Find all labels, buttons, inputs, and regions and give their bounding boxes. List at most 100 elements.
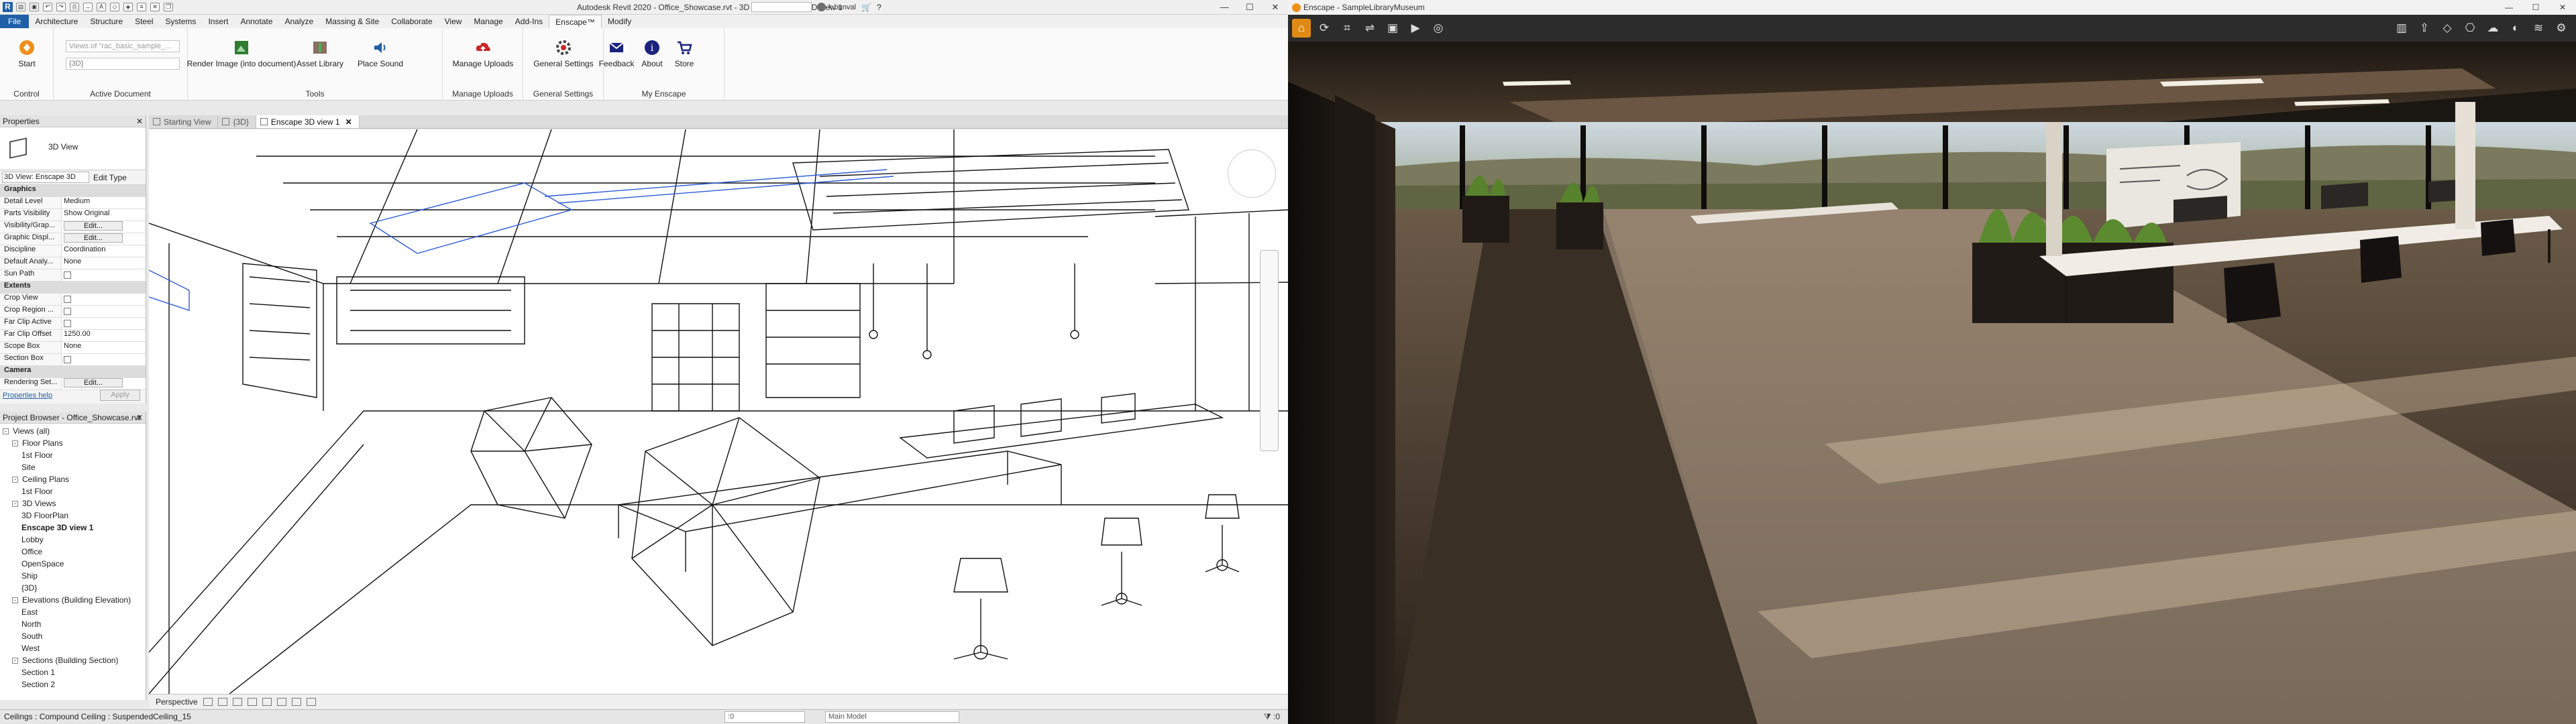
browser-node[interactable]: West [0, 642, 146, 654]
property-value[interactable]: Coordination [62, 245, 146, 257]
ribbon-tab-view[interactable]: View [439, 15, 468, 28]
browser-node[interactable]: {3D} [0, 582, 146, 594]
property-checkbox[interactable] [64, 320, 71, 327]
browser-node[interactable]: East [0, 606, 146, 618]
measure-icon[interactable]: ↔ [83, 3, 93, 11]
browser-node[interactable]: North [0, 618, 146, 630]
panorama-icon[interactable]: ◎ [1429, 19, 1448, 38]
apply-button[interactable]: Apply [100, 389, 140, 401]
close-icon[interactable]: ✕ [345, 117, 352, 127]
browser-node[interactable]: Section 2 [0, 678, 146, 690]
ribbon-tab-collaborate[interactable]: Collaborate [385, 15, 438, 28]
place-sound-button[interactable]: Place Sound [350, 38, 411, 68]
collapse-toggle-icon[interactable]: - [12, 597, 18, 604]
infocenter-search-input[interactable] [751, 2, 812, 12]
viewcube[interactable] [1228, 149, 1276, 198]
edit-button[interactable]: Edit... [64, 378, 123, 387]
export-icon[interactable]: ⇪ [2415, 19, 2434, 38]
maximize-button[interactable]: ☐ [1237, 0, 1263, 15]
collapse-toggle-icon[interactable]: - [12, 501, 18, 507]
close-button[interactable]: ✕ [2549, 0, 2576, 15]
manage-uploads-button[interactable]: Manage Uploads [453, 38, 513, 68]
property-value[interactable]: Medium [62, 197, 146, 208]
vr-icon[interactable]: ◐ [2506, 19, 2525, 38]
ribbon-tab-massing-site[interactable]: Massing & Site [319, 15, 385, 28]
cart-icon[interactable]: 🛒 [861, 3, 871, 12]
ribbon-tab-steel[interactable]: Steel [129, 15, 159, 28]
maximize-button[interactable]: ☐ [2522, 0, 2549, 15]
navigation-bar[interactable] [1260, 250, 1279, 451]
section-icon[interactable]: ◈ [123, 3, 133, 11]
property-value[interactable]: Edit... [62, 221, 146, 233]
minimize-button[interactable]: — [1212, 0, 1237, 15]
reveal-hidden-icon[interactable] [306, 697, 316, 706]
start-button[interactable]: Start [0, 38, 57, 68]
ribbon-tab-add-ins[interactable]: Add-Ins [509, 15, 549, 28]
orbit-icon[interactable]: ⟳ [1315, 19, 1334, 38]
print-icon[interactable]: ⎙ [70, 3, 79, 11]
open-icon[interactable]: ▤ [16, 3, 25, 11]
view-tab[interactable]: Enscape 3D view 1 ✕ [256, 115, 360, 128]
ribbon-tab-insert[interactable]: Insert [202, 15, 234, 28]
asset-library-button[interactable]: Asset Library [290, 38, 350, 68]
property-value[interactable] [62, 306, 146, 317]
instance-dropdown[interactable]: 3D View: Enscape 3D [2, 172, 89, 183]
property-checkbox[interactable] [64, 356, 71, 363]
render-image-button[interactable]: Render Image (into document) [187, 38, 296, 68]
close-icon[interactable]: ✕ [136, 412, 143, 424]
screenshot-icon[interactable]: ▣ [1383, 19, 1402, 38]
edit-type-button[interactable]: Edit Type [93, 173, 127, 182]
property-value[interactable] [62, 318, 146, 329]
ribbon-tab-modify[interactable]: Modify [602, 15, 637, 28]
property-value[interactable] [62, 354, 146, 365]
3d-view-icon[interactable]: ◇ [110, 3, 119, 11]
temporary-hide-icon[interactable] [291, 697, 301, 706]
view-tab[interactable]: {3D} [218, 115, 256, 128]
minimize-button[interactable]: — [2496, 0, 2522, 15]
ribbon-tab-structure[interactable]: Structure [84, 15, 129, 28]
properties-help-link[interactable]: Properties help [3, 391, 52, 400]
browser-node[interactable]: - Sections (Building Section) [0, 654, 146, 666]
property-checkbox[interactable] [64, 308, 71, 315]
thin-lines-icon[interactable]: ≡ [137, 3, 146, 11]
upload-icon[interactable]: ☁ [2483, 19, 2502, 38]
design-option-field[interactable]: Main Model [825, 711, 959, 723]
shadows-icon[interactable] [232, 697, 242, 706]
book-icon[interactable]: ▥ [2392, 19, 2411, 38]
ribbon-tab-enscape[interactable]: Enscape™ [549, 15, 602, 28]
undo-icon[interactable]: ↶ [43, 3, 52, 11]
enscape-render-viewport[interactable] [1288, 42, 2576, 724]
browser-node[interactable]: 3D FloorPlan [0, 509, 146, 522]
browser-node[interactable]: - Elevations (Building Elevation) [0, 594, 146, 606]
property-checkbox[interactable] [64, 272, 71, 279]
browser-node[interactable]: Office [0, 546, 146, 558]
views-icon[interactable]: ⌗ [1338, 19, 1356, 38]
edit-button[interactable]: Edit... [64, 221, 123, 231]
walk-mode-icon[interactable]: ⇌ [1360, 19, 1379, 38]
home-icon[interactable]: ⌂ [1292, 19, 1311, 38]
ribbon-tab-annotate[interactable]: Annotate [234, 15, 278, 28]
text-icon[interactable]: A [97, 3, 106, 11]
collapse-toggle-icon[interactable]: - [12, 477, 18, 483]
revit-logo-icon[interactable]: R [3, 2, 13, 12]
browser-node[interactable]: Ship [0, 570, 146, 582]
crop-view-icon[interactable] [247, 697, 257, 706]
browser-node[interactable]: - Ceiling Plans [0, 473, 146, 485]
show-crop-icon[interactable] [262, 697, 272, 706]
layers-icon[interactable]: ≋ [2529, 19, 2548, 38]
browser-node[interactable]: OpenSpace [0, 558, 146, 570]
filter-icon[interactable]: ⧩ :0 [1264, 710, 1280, 723]
store-button[interactable]: Store [661, 38, 708, 68]
collapse-toggle-icon[interactable]: - [3, 428, 9, 435]
browser-node[interactable]: -3D Views [0, 497, 146, 509]
cube-icon[interactable]: ◇ [2438, 19, 2457, 38]
close-icon[interactable]: ✕ [136, 115, 143, 127]
browser-node[interactable]: Site [0, 461, 146, 473]
property-value[interactable] [62, 269, 146, 281]
close-button[interactable]: ✕ [1263, 0, 1288, 15]
property-value[interactable]: None [62, 257, 146, 269]
property-value[interactable]: 1250.00 [62, 330, 146, 341]
browser-node[interactable]: Lobby [0, 534, 146, 546]
camera-icon[interactable]: ⎔ [2461, 19, 2479, 38]
active-view-dropdown[interactable]: {3D} [66, 58, 180, 70]
